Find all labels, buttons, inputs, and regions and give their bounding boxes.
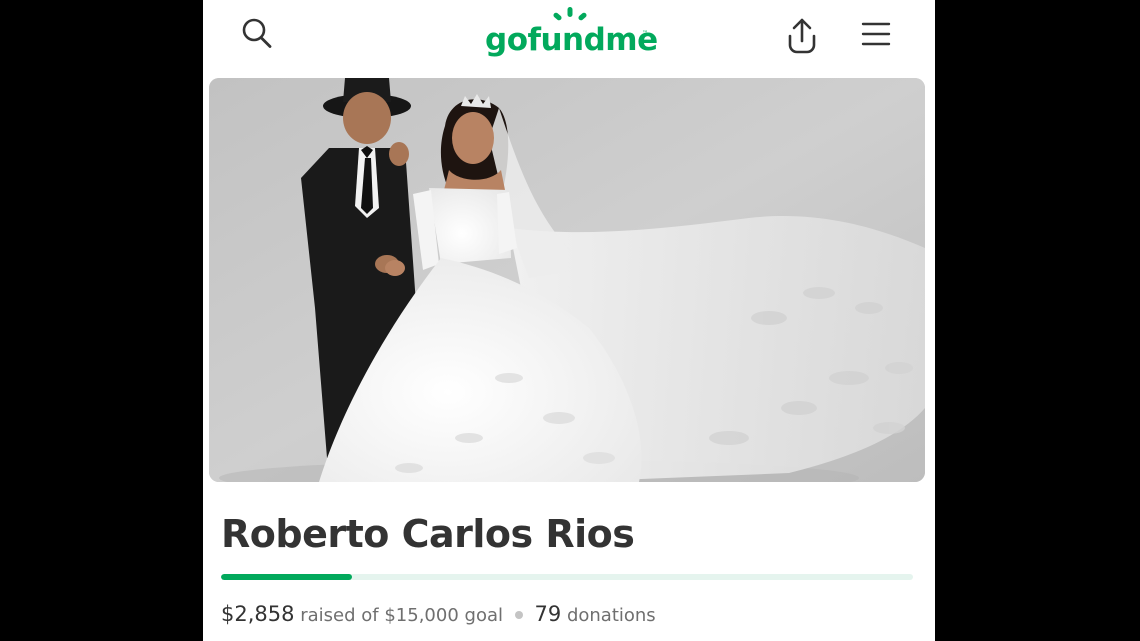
amount-raised: $2,858 bbox=[221, 602, 295, 626]
campaign-hero-image[interactable] bbox=[209, 78, 925, 482]
goal-label: goal bbox=[464, 605, 503, 626]
search-icon bbox=[242, 18, 272, 48]
share-button[interactable] bbox=[780, 14, 824, 58]
gofundme-logo[interactable]: gofundme ™ bbox=[485, 4, 658, 66]
search-button[interactable] bbox=[235, 12, 279, 56]
separator-dot bbox=[514, 610, 523, 619]
trademark-mark: ™ bbox=[642, 30, 648, 37]
share-icon bbox=[788, 18, 816, 54]
logo-text: gofundme bbox=[485, 22, 658, 58]
goal-amount: $15,000 bbox=[384, 605, 459, 626]
menu-button[interactable] bbox=[854, 12, 898, 56]
progress-fill bbox=[221, 574, 353, 580]
donations-count: 79 bbox=[534, 602, 562, 626]
donations-label: donations bbox=[566, 605, 656, 626]
top-nav-bar: gofundme ™ bbox=[203, 0, 935, 74]
wedding-couple-photo bbox=[209, 78, 925, 482]
menu-icon bbox=[861, 22, 891, 46]
raised-of-label: raised of bbox=[300, 605, 379, 626]
fundraising-stats: $2,858 raised of $15,000 goal 79 donatio… bbox=[221, 598, 656, 632]
fundraising-progress-bar bbox=[221, 574, 913, 580]
campaign-title: Roberto Carlos Rios bbox=[221, 512, 635, 556]
app-screen: gofundme ™ Roberto Carlos Rios $2,858 ra… bbox=[203, 0, 935, 641]
